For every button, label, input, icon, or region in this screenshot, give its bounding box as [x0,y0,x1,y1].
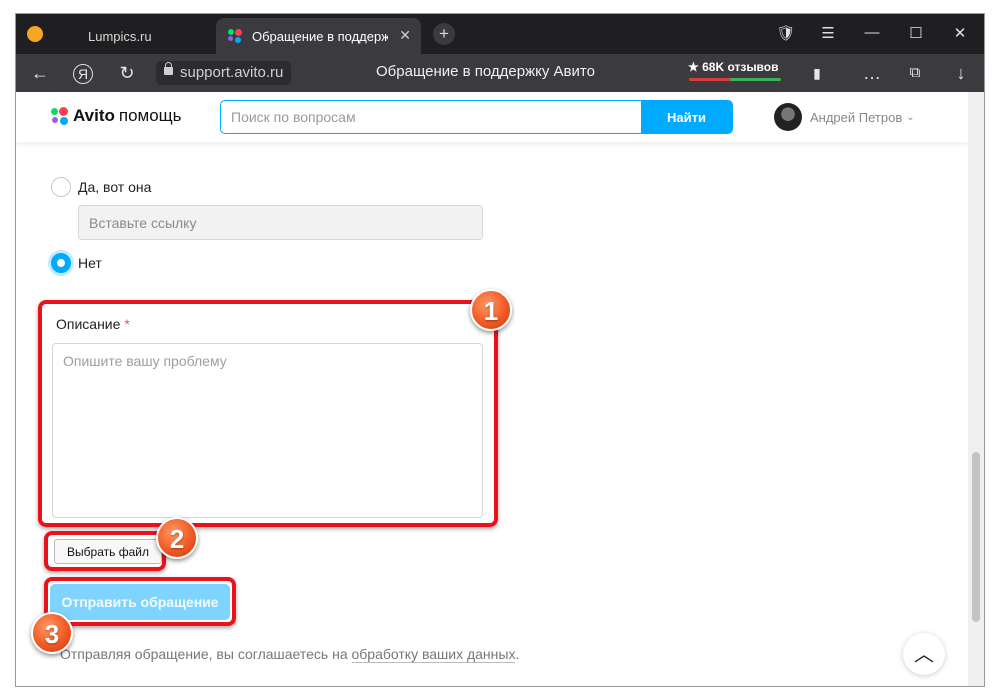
reload-icon[interactable]: ↻ [116,62,138,84]
reviews-badge[interactable]: ★ 68K отзывов [688,60,779,74]
close-tab-icon[interactable]: ✕ [399,27,411,44]
bookmark-icon[interactable]: ▮ [806,62,828,84]
radio-no-label: Нет [78,255,102,271]
search-box: Найти [220,100,733,134]
link-input[interactable] [78,205,483,240]
step-badge-1: 1 [470,289,512,331]
scroll-to-top-button[interactable]: ︿ [903,633,945,675]
lock-icon [164,62,173,75]
tab-title: Обращение в поддержку Авито [252,28,388,44]
browser-logo-icon[interactable] [27,26,43,42]
collections-icon[interactable]: ⧉ [904,62,926,84]
address-bar: ← Я ↻ support.avito.ru Обращение в подде… [16,54,984,92]
reviews-rating-bar [689,78,781,81]
chevron-down-icon: ⌄ [906,111,915,123]
more-icon[interactable]: … [861,62,883,84]
avatar [774,103,802,131]
user-menu[interactable]: Андрей Петров ⌄ [774,103,915,131]
tab-title: Lumpics.ru [88,28,152,44]
tab-avito-support[interactable]: Обращение в поддержку Авито ✕ [216,18,421,54]
step-badge-3: 3 [31,612,73,654]
avito-logo-icon [51,107,69,125]
consent-text: Отправляя обращение, вы соглашаетесь на … [60,646,520,663]
minimize-icon[interactable]: — [862,24,882,41]
url-field[interactable]: support.avito.ru [156,61,292,85]
close-window-icon[interactable]: ✕ [950,24,970,42]
browser-window: Lumpics.ru Обращение в поддержку Авито ✕… [16,14,984,686]
maximize-icon[interactable]: ☐ [906,24,926,42]
address-page-title: Обращение в поддержку Авито [376,63,595,80]
page-scrollbar[interactable] [968,92,984,686]
download-icon[interactable]: ↓ [950,62,972,84]
extension-icon[interactable]: 🛡 [776,24,796,42]
consent-sentence: Отправляя обращение, вы соглашаетесь на [60,646,348,662]
data-processing-link[interactable]: обработку ваших данных [351,646,516,663]
radio-no[interactable] [51,253,71,273]
logo-brand: Avito [73,106,115,125]
avito-favicon-icon [228,29,242,43]
url-text: support.avito.ru [180,64,284,81]
search-button[interactable]: Найти [641,101,732,133]
menu-icon[interactable]: ☰ [818,24,838,42]
site-header: Avito помощь Найти Андрей Петров ⌄ [16,92,968,142]
highlight-submit-button [44,577,236,626]
avito-logo[interactable]: Avito помощь [51,106,182,126]
user-name: Андрей Петров [810,109,903,125]
chevron-up-icon: ︿ [914,644,934,666]
radio-yes-label: Да, вот она [78,179,152,195]
logo-suffix: помощь [118,106,182,125]
tab-bar: Lumpics.ru Обращение в поддержку Авито ✕… [16,14,984,54]
back-arrow-icon[interactable]: ← [29,62,51,84]
radio-yes[interactable] [51,177,71,197]
tab-lumpics[interactable]: Lumpics.ru [60,18,210,54]
yandex-icon[interactable]: Я [73,64,93,84]
search-input[interactable] [221,101,661,133]
page-content: Avito помощь Найти Андрей Петров ⌄ Да, в… [16,92,968,686]
highlight-description [38,300,498,527]
scroll-thumb[interactable] [972,452,980,622]
step-badge-2: 2 [156,517,198,559]
consent-period: . [515,646,520,662]
highlight-file-button [44,531,166,571]
new-tab-plus-icon[interactable]: + [433,23,455,45]
